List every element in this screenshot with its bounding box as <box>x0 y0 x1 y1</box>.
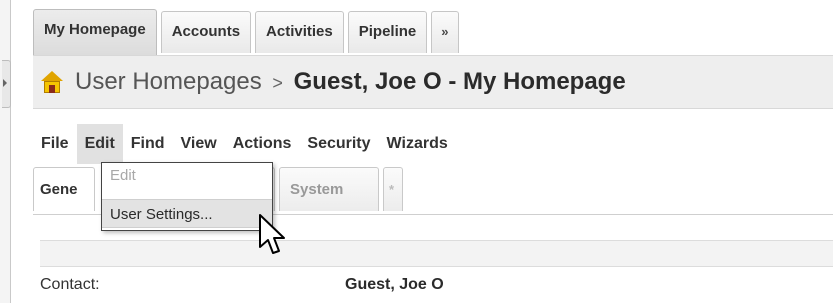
panel-toggle[interactable] <box>2 60 11 108</box>
menu-wizards[interactable]: Wizards <box>379 124 456 164</box>
section-header-band <box>40 240 833 267</box>
breadcrumb-separator: > <box>272 73 283 93</box>
breadcrumb-section[interactable]: User Homepages <box>75 68 262 95</box>
menu-edit[interactable]: Edit <box>76 124 123 164</box>
edit-menu-item-user-settings[interactable]: User Settings... <box>102 199 272 228</box>
tab-activities[interactable]: Activities <box>255 11 344 53</box>
menu-bar: File Edit Find View Actions Security Wiz… <box>33 124 456 164</box>
arrow-cursor-icon <box>259 214 285 254</box>
menu-file[interactable]: File <box>33 124 77 164</box>
home-icon[interactable] <box>41 71 63 93</box>
menu-view[interactable]: View <box>173 124 225 164</box>
edit-menu-dropdown: Edit User Settings... <box>101 162 273 231</box>
edit-menu-item-edit: Edit <box>110 167 136 184</box>
tab-my-homepage[interactable]: My Homepage <box>33 9 157 55</box>
more-tabs-button[interactable]: » <box>431 11 459 53</box>
top-tab-bar: My Homepage Accounts Activities Pipeline… <box>33 9 463 55</box>
tab-star[interactable]: * <box>383 167 403 211</box>
menu-find[interactable]: Find <box>123 124 173 164</box>
page-title-bar: User Homepages > Guest, Joe O - My Homep… <box>33 55 833 109</box>
left-splitter <box>0 0 11 303</box>
tab-pipeline[interactable]: Pipeline <box>347 11 428 53</box>
contact-label: Contact: <box>40 276 100 293</box>
breadcrumb: User Homepages > Guest, Joe O - My Homep… <box>75 68 626 96</box>
page-title: Guest, Joe O - My Homepage <box>293 68 626 95</box>
menu-actions[interactable]: Actions <box>225 124 300 164</box>
menu-security[interactable]: Security <box>299 124 378 164</box>
tab-general[interactable]: Gene <box>33 167 95 211</box>
tab-accounts[interactable]: Accounts <box>160 11 252 53</box>
chevron-right-icon <box>3 79 7 87</box>
contact-value: Guest, Joe O <box>345 276 444 293</box>
tab-system[interactable]: System <box>279 167 379 211</box>
